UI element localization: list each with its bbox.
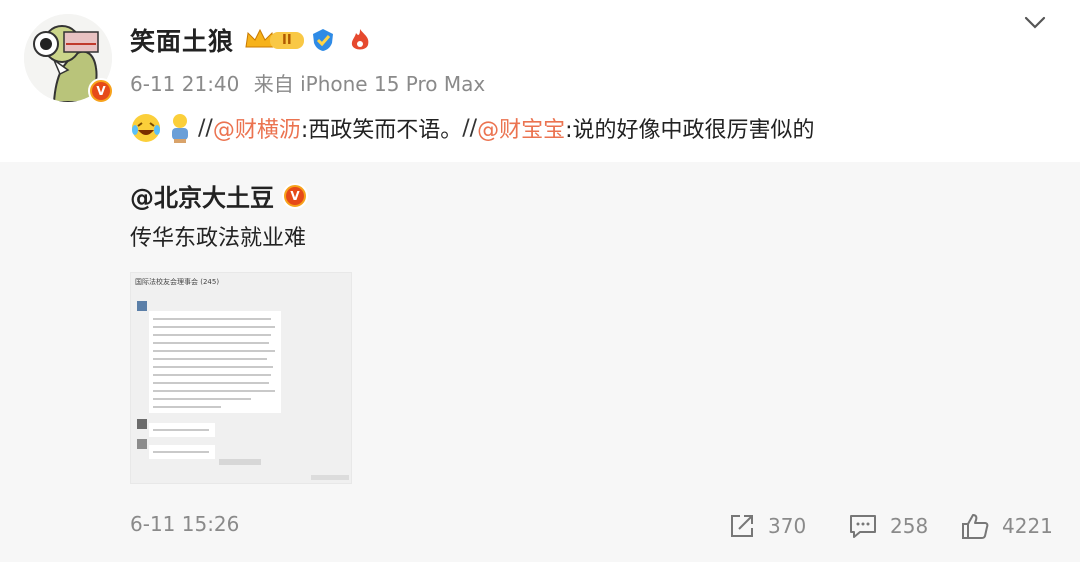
reposted-username[interactable]: @北京大土豆 <box>130 178 274 213</box>
reposted-text: 传华东政法就业难 <box>130 226 307 251</box>
content-text: :西政笑而不语。 <box>300 118 463 143</box>
comment-count: 258 <box>890 514 929 538</box>
mention-link[interactable]: @财横沥 <box>213 112 301 144</box>
repost-separator: // <box>462 115 478 141</box>
comment-button[interactable]: 258 <box>848 512 928 540</box>
post-date: 6-11 21:40 <box>130 72 240 96</box>
post-footer: 6-11 15:26 370 258 4221 <box>130 512 1060 544</box>
post-source: 来自 iPhone 15 Pro Max <box>253 72 486 96</box>
verified-badge: V <box>88 78 114 104</box>
post-content: // @财横沥 :西政笑而不语。 // @财宝宝 :说的好像中政很厉害似的 <box>130 112 815 144</box>
reposted-card[interactable]: @北京大土豆 V 传华东政法就业难 国际法校友会理事会 (245) 6-11 1… <box>0 162 1080 562</box>
comment-icon <box>850 515 876 538</box>
like-count: 4221 <box>1002 514 1053 538</box>
post: V 笑面土狼 II 6-11 21:40 来自 iPhone 15 Pro Ma… <box>0 0 1080 162</box>
verified-v-icon: V <box>286 186 304 205</box>
mention-link[interactable]: @财宝宝 <box>477 112 565 144</box>
reposted-user: @北京大土豆 V <box>130 178 308 213</box>
post-meta: 6-11 21:40 来自 iPhone 15 Pro Max <box>130 68 493 97</box>
chevron-down-icon[interactable] <box>1022 10 1048 36</box>
thumbs-up-icon <box>962 514 989 539</box>
flame-icon <box>351 29 369 50</box>
person-emoji-icon <box>172 114 188 143</box>
content-text: :说的好像中政很厉害似的 <box>565 118 815 143</box>
like-button[interactable]: 4221 <box>960 512 1053 540</box>
share-count: 370 <box>768 514 807 538</box>
verified-v-icon: V <box>92 82 110 100</box>
username[interactable]: 笑面土狼 <box>130 22 234 58</box>
verified-shield-icon[interactable] <box>310 27 336 53</box>
repost-separator: // <box>198 115 213 141</box>
share-button[interactable]: 370 <box>728 512 806 540</box>
share-icon <box>731 515 753 537</box>
vip-level-text: II <box>282 32 292 48</box>
shield-icon <box>312 29 333 51</box>
chat-screenshot-thumbnail[interactable]: 国际法校友会理事会 (245) <box>130 272 352 484</box>
chat-screenshot-image <box>137 301 349 480</box>
vip-crown-badge[interactable]: II <box>244 27 316 53</box>
name-row: 笑面土狼 II <box>130 22 372 58</box>
crown-icon <box>245 28 305 49</box>
verified-badge: V <box>282 182 308 209</box>
thumbnail-title: 国际法校友会理事会 (245) <box>135 278 220 286</box>
avatar-wrap[interactable]: V <box>24 14 116 106</box>
repost-time: 6-11 15:26 <box>130 512 240 536</box>
fire-badge-icon[interactable] <box>348 27 372 53</box>
laugh-cry-emoji-icon <box>132 114 160 142</box>
